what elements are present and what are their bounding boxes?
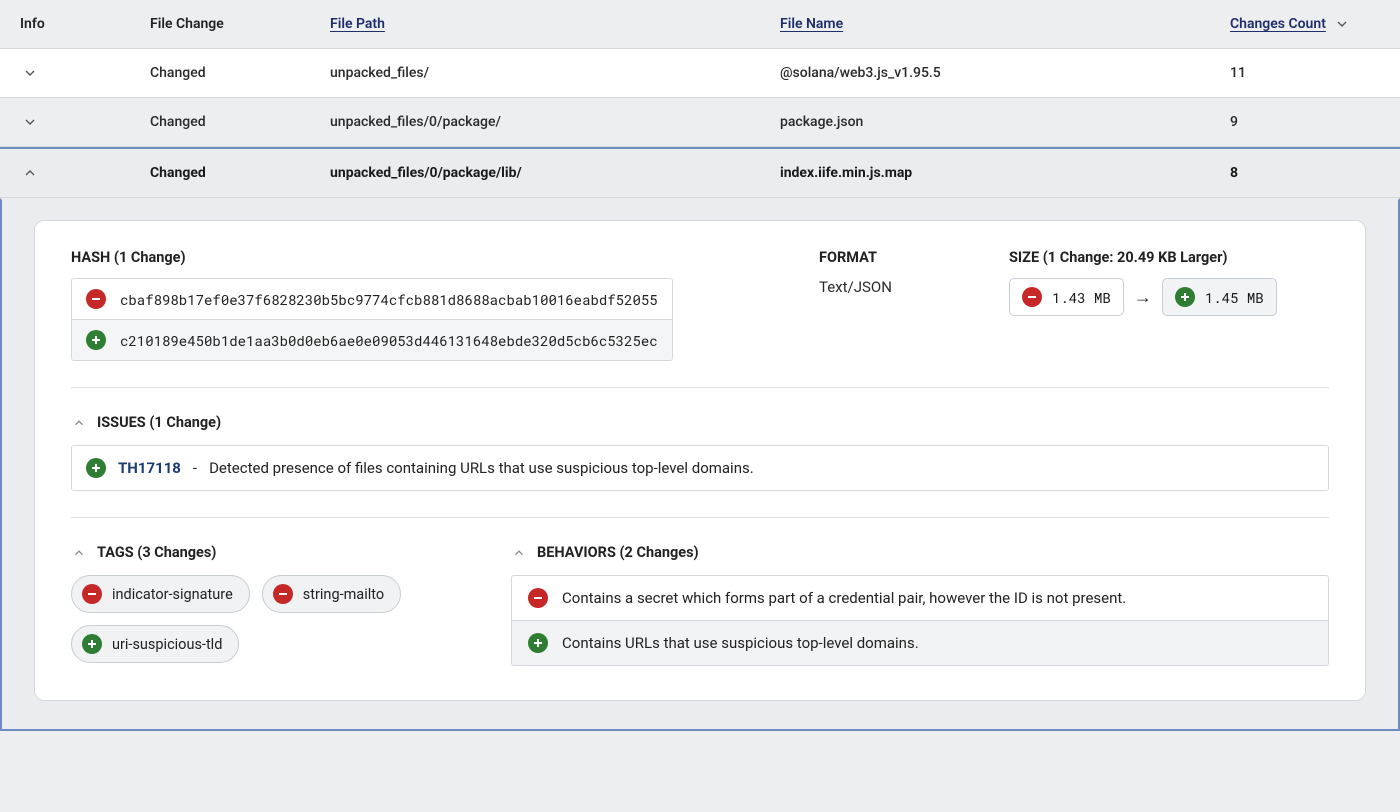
cell-file-path: unpacked_files/0/package/lib/ <box>330 165 780 181</box>
cell-file-name: package.json <box>780 114 1230 130</box>
hash-removed: cbaf898b17ef0e37f6828230b5bc9774cfcb881d… <box>72 279 672 319</box>
chevron-down-icon[interactable] <box>1332 14 1352 34</box>
behavior-text: Contains a secret which forms part of a … <box>562 589 1126 607</box>
size-removed: 1.43 MB <box>1009 278 1124 316</box>
tag-pill[interactable]: string-mailto <box>262 575 401 613</box>
cell-file-path: unpacked_files/ <box>330 65 780 81</box>
behaviors-heading: BEHAVIORS (2 Changes) <box>537 544 699 561</box>
row-detail-panel: HASH (1 Change) cbaf898b17ef0e37f6828230… <box>0 198 1400 731</box>
tag-pills: indicator-signature string-mailto uri-su… <box>71 575 491 663</box>
issue-id[interactable]: TH17118 <box>118 459 181 477</box>
divider <box>71 517 1329 518</box>
tag-label: indicator-signature <box>112 586 233 603</box>
arrow-right-icon: → <box>1134 287 1152 308</box>
issues-section: ISSUES (1 Change) TH17118 - Detected pre… <box>71 414 1329 491</box>
issue-dash: - <box>193 459 197 477</box>
collapse-toggle[interactable] <box>20 163 40 183</box>
divider <box>71 387 1329 388</box>
behavior-row: Contains URLs that use suspicious top-le… <box>512 620 1328 665</box>
issue-row: TH17118 - Detected presence of files con… <box>72 446 1328 490</box>
behavior-row: Contains a secret which forms part of a … <box>512 576 1328 620</box>
issues-block: TH17118 - Detected presence of files con… <box>71 445 1329 491</box>
cell-file-change: Changed <box>150 165 330 181</box>
hash-section: HASH (1 Change) cbaf898b17ef0e37f6828230… <box>71 249 789 361</box>
size-added: 1.45 MB <box>1162 278 1277 316</box>
issues-heading: ISSUES (1 Change) <box>97 414 221 431</box>
hash-added: c210189e450b1de1aa3b0d0eb6ae0e09053d4461… <box>72 319 672 360</box>
format-section: FORMAT Text/JSON <box>819 249 979 296</box>
tag-pill[interactable]: uri-suspicious-tld <box>71 625 239 663</box>
expand-toggle[interactable] <box>20 63 40 83</box>
size-removed-value: 1.43 MB <box>1052 288 1111 307</box>
tags-section: TAGS (3 Changes) indicator-signature str… <box>71 544 491 663</box>
file-change-table: Info File Change File Path File Name Cha… <box>0 0 1400 731</box>
table-header: Info File Change File Path File Name Cha… <box>0 0 1400 49</box>
cell-file-change: Changed <box>150 65 330 81</box>
hash-added-value: c210189e450b1de1aa3b0d0eb6ae0e09053d4461… <box>120 331 658 350</box>
chevron-up-icon[interactable] <box>511 545 527 561</box>
plus-icon <box>1175 287 1195 307</box>
format-value: Text/JSON <box>819 278 979 296</box>
cell-file-name: index.iife.min.js.map <box>780 165 1230 181</box>
tags-heading: TAGS (3 Changes) <box>97 544 216 561</box>
expand-toggle[interactable] <box>20 112 40 132</box>
cell-changes-count: 8 <box>1230 165 1400 181</box>
plus-icon <box>528 633 548 653</box>
size-heading: SIZE (1 Change: 20.49 KB Larger) <box>1009 249 1329 266</box>
plus-icon <box>82 634 102 654</box>
hash-heading: HASH (1 Change) <box>71 249 789 266</box>
col-info: Info <box>20 16 150 32</box>
table-row[interactable]: Changed unpacked_files/0/package/lib/ in… <box>0 147 1400 198</box>
format-heading: FORMAT <box>819 249 979 266</box>
cell-changes-count: 9 <box>1230 114 1400 130</box>
chevron-up-icon[interactable] <box>71 545 87 561</box>
minus-icon <box>528 588 548 608</box>
plus-icon <box>86 330 106 350</box>
minus-icon <box>86 289 106 309</box>
tag-label: uri-suspicious-tld <box>112 636 222 653</box>
size-section: SIZE (1 Change: 20.49 KB Larger) 1.43 MB… <box>1009 249 1329 316</box>
table-row[interactable]: Changed unpacked_files/0/package/ packag… <box>0 98 1400 147</box>
behaviors-section: BEHAVIORS (2 Changes) Contains a secret … <box>511 544 1329 666</box>
issue-text: Detected presence of files containing UR… <box>209 459 754 477</box>
plus-icon <box>86 458 106 478</box>
tag-pill[interactable]: indicator-signature <box>71 575 250 613</box>
minus-icon <box>273 584 293 604</box>
tag-label: string-mailto <box>303 586 384 603</box>
col-file-change: File Change <box>150 16 330 32</box>
hash-block: cbaf898b17ef0e37f6828230b5bc9774cfcb881d… <box>71 278 673 361</box>
hash-removed-value: cbaf898b17ef0e37f6828230b5bc9774cfcb881d… <box>120 290 658 309</box>
minus-icon <box>1022 287 1042 307</box>
behaviors-block: Contains a secret which forms part of a … <box>511 575 1329 666</box>
cell-changes-count: 11 <box>1230 65 1400 81</box>
detail-card: HASH (1 Change) cbaf898b17ef0e37f6828230… <box>34 220 1366 701</box>
col-file-name[interactable]: File Name <box>780 16 1230 32</box>
cell-file-change: Changed <box>150 114 330 130</box>
behavior-text: Contains URLs that use suspicious top-le… <box>562 634 919 652</box>
size-added-value: 1.45 MB <box>1205 288 1264 307</box>
cell-file-path: unpacked_files/0/package/ <box>330 114 780 130</box>
chevron-up-icon[interactable] <box>71 415 87 431</box>
col-changes-count[interactable]: Changes Count <box>1230 16 1326 32</box>
cell-file-name: @solana/web3.js_v1.95.5 <box>780 65 1230 81</box>
table-row[interactable]: Changed unpacked_files/ @solana/web3.js_… <box>0 49 1400 98</box>
col-file-path[interactable]: File Path <box>330 16 780 32</box>
minus-icon <box>82 584 102 604</box>
